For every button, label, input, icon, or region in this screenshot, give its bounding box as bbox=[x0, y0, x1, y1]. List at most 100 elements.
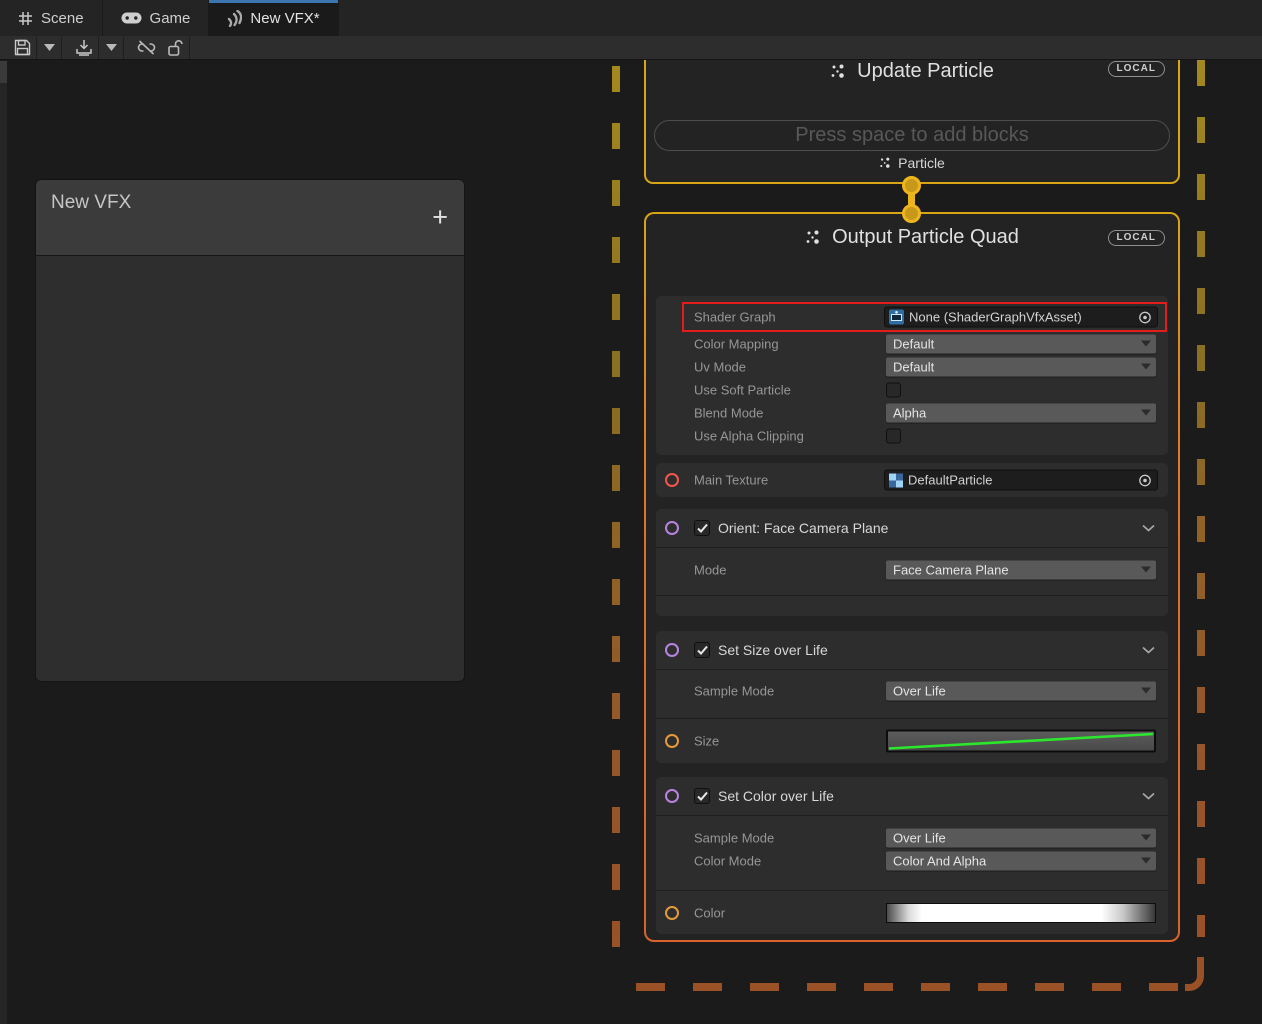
set-color-over-life-block: Set Color over Life Sample Mode Over Lif… bbox=[656, 777, 1168, 934]
property-label: Main Texture bbox=[694, 473, 768, 488]
system-border-left[interactable] bbox=[612, 66, 620, 976]
blackboard-panel: New VFX + bbox=[36, 180, 464, 681]
vfx-graph-window: Scene Game New VFX* bbox=[0, 0, 1262, 1024]
flow-output-anchor[interactable] bbox=[902, 176, 921, 195]
orient-mode-dropdown[interactable]: Face Camera Plane bbox=[886, 560, 1156, 579]
set-size-block-port[interactable] bbox=[665, 643, 679, 657]
set-color-block-port[interactable] bbox=[665, 789, 679, 803]
add-property-button[interactable]: + bbox=[432, 204, 448, 231]
tab-new-vfx[interactable]: New VFX* bbox=[209, 0, 338, 36]
color-mapping-dropdown[interactable]: Default bbox=[886, 334, 1156, 353]
orient-enabled-checkbox[interactable] bbox=[694, 520, 710, 536]
color-input-port[interactable] bbox=[665, 906, 679, 920]
tab-label: Scene bbox=[41, 10, 84, 27]
shader-graph-object-field[interactable]: None (ShaderGraphVfxAsset) bbox=[884, 307, 1158, 328]
size-sample-mode-row: Sample Mode Over Life bbox=[656, 679, 1168, 702]
set-size-enabled-checkbox[interactable] bbox=[694, 642, 710, 658]
chevron-down-icon[interactable] bbox=[1142, 646, 1155, 654]
set-size-block-header[interactable]: Set Size over Life bbox=[656, 631, 1168, 669]
dropdown-arrow-icon bbox=[1141, 857, 1151, 863]
object-picker-icon[interactable] bbox=[1135, 471, 1155, 490]
left-panel-edge bbox=[0, 61, 7, 1024]
check-icon bbox=[697, 792, 708, 801]
dropdown-arrow-icon bbox=[1141, 363, 1151, 369]
save-as-icon bbox=[75, 39, 93, 56]
flow-edge[interactable] bbox=[901, 176, 922, 223]
tab-label: New VFX* bbox=[250, 10, 319, 27]
unlink-icon bbox=[136, 40, 157, 55]
update-particle-node[interactable]: Update Particle LOCAL Press space to add… bbox=[644, 50, 1180, 184]
check-icon bbox=[697, 524, 708, 533]
chevron-down-icon[interactable] bbox=[1142, 792, 1155, 800]
blackboard-header[interactable]: New VFX + bbox=[36, 180, 464, 255]
caret-down-icon bbox=[106, 44, 117, 51]
gamepad-icon bbox=[121, 12, 142, 24]
particle-icon bbox=[805, 230, 822, 245]
blend-mode-dropdown[interactable]: Alpha bbox=[886, 403, 1156, 422]
add-blocks-hint[interactable]: Press space to add blocks bbox=[654, 120, 1170, 151]
size-sample-mode-dropdown[interactable]: Over Life bbox=[886, 681, 1156, 700]
system-border-corner bbox=[1185, 957, 1204, 991]
size-input-port[interactable] bbox=[665, 734, 679, 748]
node-title: Output Particle Quad bbox=[646, 226, 1178, 249]
set-color-enabled-checkbox[interactable] bbox=[694, 788, 710, 804]
blackboard-body[interactable] bbox=[36, 255, 464, 681]
node-settings-block: Shader Graph None (ShaderGraphVfxAsset) bbox=[656, 296, 1168, 455]
dropdown-arrow-icon bbox=[1141, 834, 1151, 840]
main-texture-input-port[interactable] bbox=[665, 473, 679, 487]
color-sample-mode-row: Sample Mode Over Life bbox=[656, 826, 1168, 849]
orient-block-header[interactable]: Orient: Face Camera Plane bbox=[656, 509, 1168, 547]
setting-label: Sample Mode bbox=[694, 683, 774, 698]
save-icon bbox=[14, 39, 31, 56]
save-as-button[interactable] bbox=[70, 36, 98, 59]
setting-label: Blend Mode bbox=[694, 405, 763, 420]
shader-graph-asset-icon bbox=[889, 310, 904, 325]
color-gradient-row: Color bbox=[656, 891, 1168, 934]
size-curve-row: Size bbox=[656, 719, 1168, 763]
property-label: Color bbox=[694, 905, 725, 920]
output-particle-quad-node[interactable]: Output Particle Quad LOCAL Shader Graph … bbox=[644, 212, 1180, 942]
color-sample-mode-dropdown[interactable]: Over Life bbox=[886, 828, 1156, 847]
set-color-block-header[interactable]: Set Color over Life bbox=[656, 777, 1168, 815]
tab-label: Game bbox=[150, 10, 191, 27]
system-border-right[interactable] bbox=[1197, 60, 1205, 937]
system-border-bottom[interactable] bbox=[636, 983, 1178, 991]
texture-asset-icon bbox=[889, 473, 903, 487]
unlink-button[interactable] bbox=[132, 36, 161, 59]
flow-input-anchor[interactable] bbox=[902, 204, 921, 223]
tab-bar: Scene Game New VFX* bbox=[0, 0, 1262, 36]
dropdown-arrow-icon bbox=[1141, 340, 1151, 346]
orient-block-port[interactable] bbox=[665, 521, 679, 535]
object-picker-icon[interactable] bbox=[1135, 308, 1155, 327]
unlock-icon bbox=[168, 40, 183, 56]
particle-icon bbox=[830, 64, 847, 79]
color-mode-dropdown[interactable]: Color And Alpha bbox=[886, 851, 1156, 870]
orient-block: Orient: Face Camera Plane Mode Face Came… bbox=[656, 509, 1168, 616]
main-texture-object-field[interactable]: DefaultParticle bbox=[884, 470, 1158, 491]
size-curve-field[interactable] bbox=[886, 730, 1156, 753]
setting-row-color-mapping: Color Mapping Default bbox=[656, 332, 1168, 355]
scene-grid-icon bbox=[18, 11, 33, 26]
block-footer bbox=[656, 596, 1168, 616]
color-gradient-field[interactable] bbox=[886, 903, 1156, 923]
block-title: Set Size over Life bbox=[718, 642, 828, 658]
unlock-icon-button[interactable] bbox=[161, 36, 189, 59]
save-button[interactable] bbox=[8, 36, 36, 59]
object-field-value: DefaultParticle bbox=[908, 473, 993, 488]
block-title: Orient: Face Camera Plane bbox=[718, 520, 888, 536]
use-alpha-clipping-checkbox[interactable] bbox=[886, 428, 901, 443]
tab-scene[interactable]: Scene bbox=[0, 0, 103, 36]
save-dropdown-button[interactable] bbox=[37, 36, 61, 59]
setting-label: Use Alpha Clipping bbox=[694, 428, 804, 443]
setting-row-blend-mode: Blend Mode Alpha bbox=[656, 401, 1168, 424]
use-soft-particle-checkbox[interactable] bbox=[886, 382, 901, 397]
tab-game[interactable]: Game bbox=[103, 0, 210, 36]
caret-down-icon bbox=[44, 44, 55, 51]
blackboard-title: New VFX bbox=[51, 192, 131, 214]
uv-mode-dropdown[interactable]: Default bbox=[886, 357, 1156, 376]
block-title: Set Color over Life bbox=[718, 788, 834, 804]
save-as-dropdown-button[interactable] bbox=[99, 36, 123, 59]
chevron-down-icon[interactable] bbox=[1142, 524, 1155, 532]
setting-label: Uv Mode bbox=[694, 359, 746, 374]
main-texture-block: Main Texture DefaultParticle bbox=[656, 463, 1168, 497]
